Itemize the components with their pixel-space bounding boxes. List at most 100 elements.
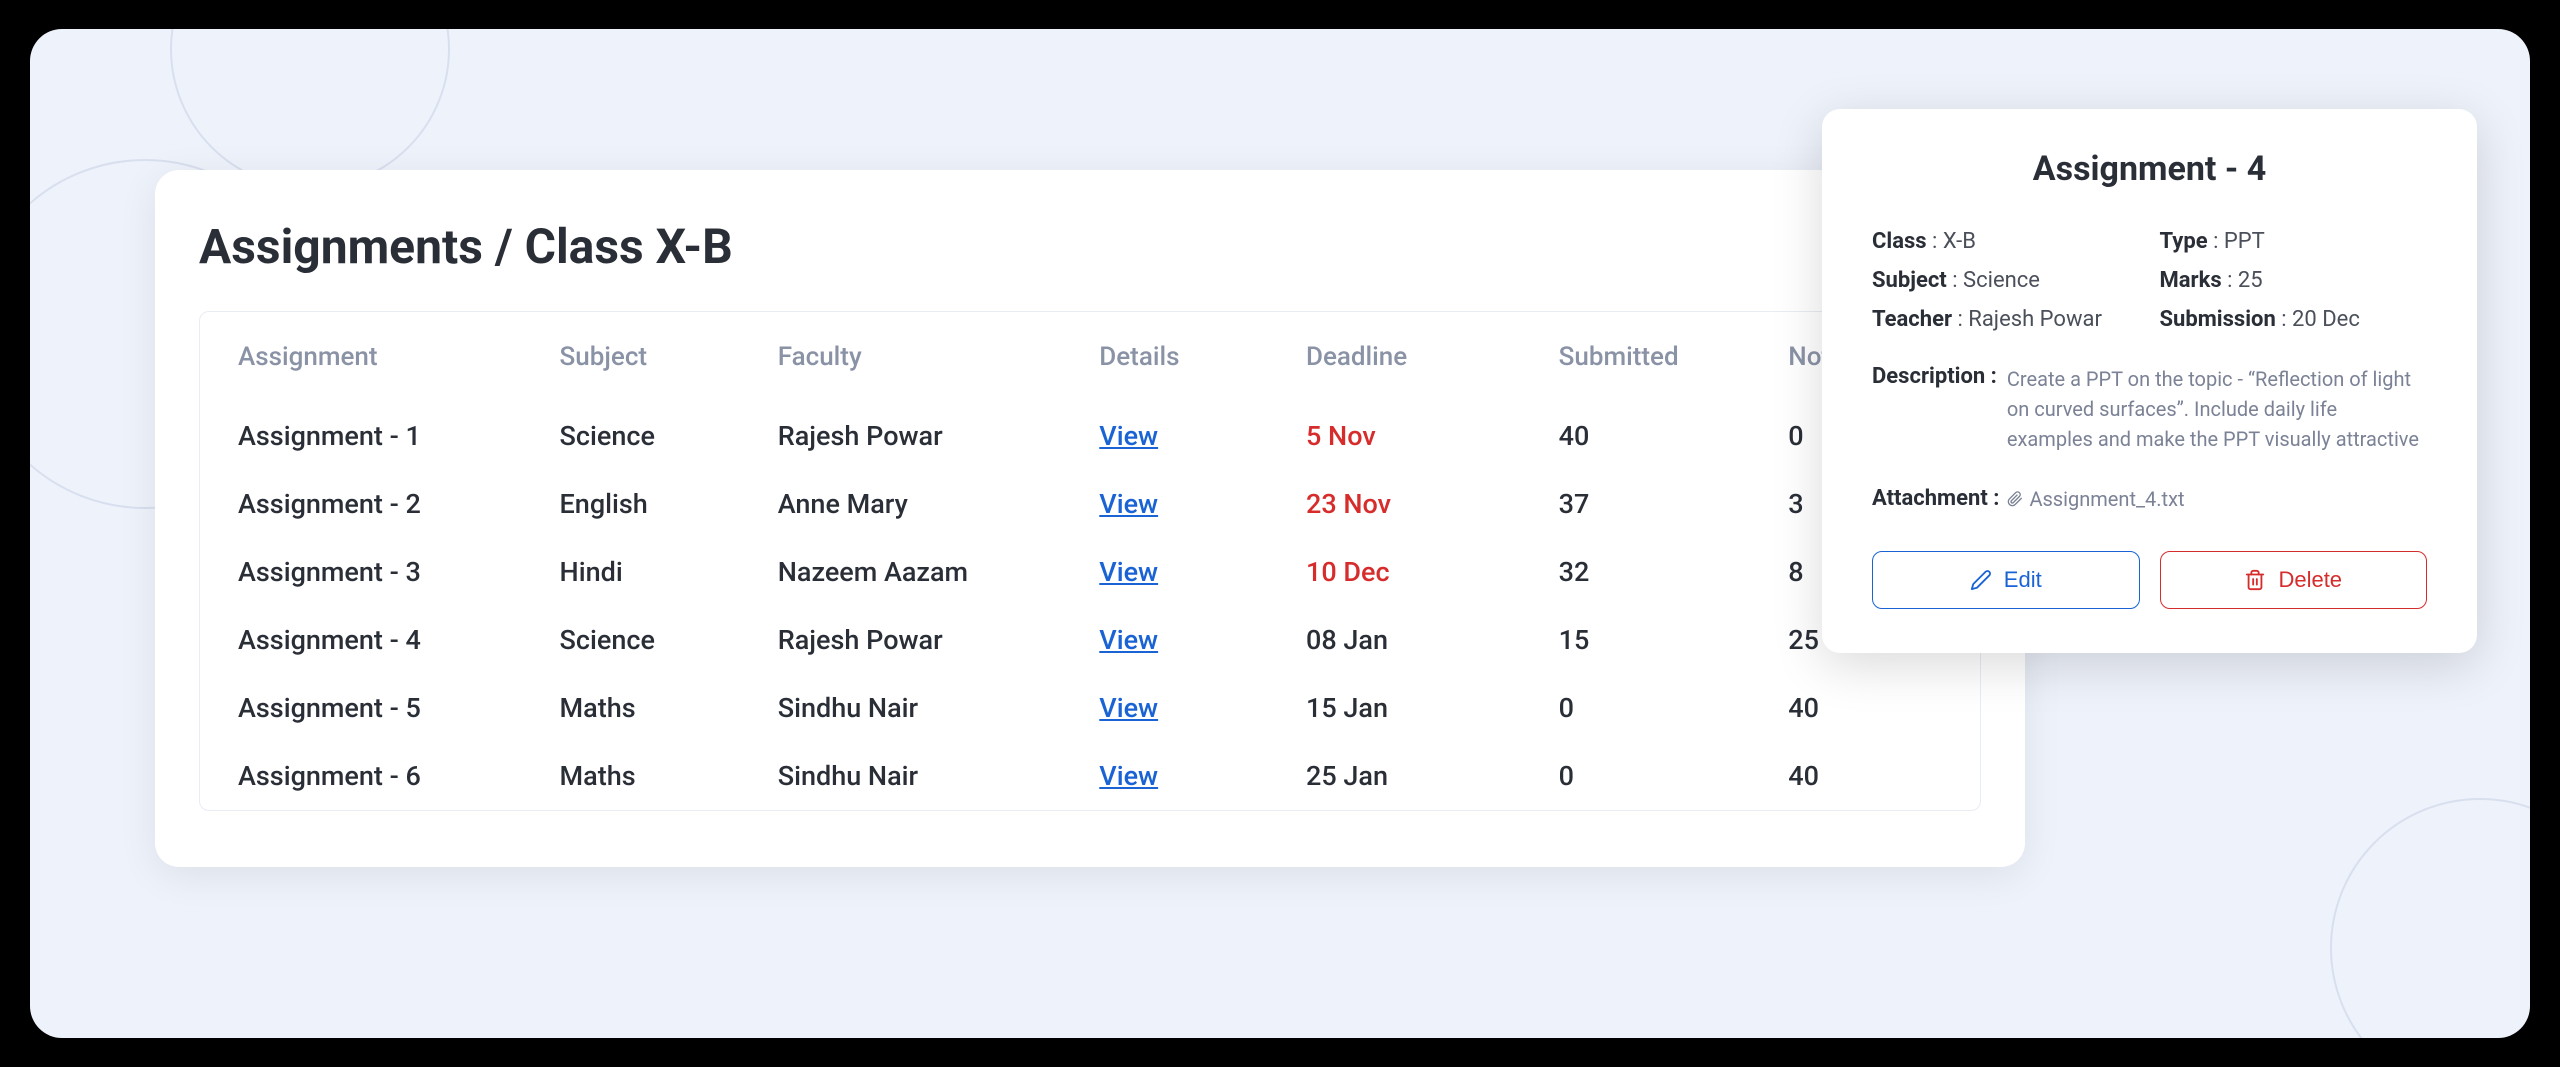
- view-link[interactable]: View: [1099, 760, 1158, 792]
- cell-details: View: [1061, 606, 1268, 674]
- attachment-label: Attachment :: [1872, 486, 1999, 511]
- detail-title: Assignment - 4: [1872, 149, 2427, 189]
- cell-details: View: [1061, 742, 1268, 810]
- view-link[interactable]: View: [1099, 624, 1158, 656]
- button-row: Edit Delete: [1872, 551, 2427, 609]
- description-label: Description :: [1872, 364, 1997, 454]
- cell-subject: Maths: [522, 742, 740, 810]
- cell-assignment: Assignment - 6: [200, 742, 522, 810]
- description-text: Create a PPT on the topic - “Reflection …: [2007, 364, 2427, 454]
- detail-class-label: Class: [1872, 229, 1927, 254]
- header-subject: Subject: [522, 312, 740, 402]
- assignments-card: Assignments / Class X-B Assignment Subje…: [155, 170, 2025, 867]
- detail-teacher-value: Rajesh Powar: [1968, 307, 2102, 332]
- cell-faculty: Rajesh Powar: [740, 606, 1062, 674]
- table-row: Assignment - 3 Hindi Nazeem Aazam View 1…: [200, 538, 1980, 606]
- cell-faculty: Rajesh Powar: [740, 402, 1062, 470]
- description-row: Description : Create a PPT on the topic …: [1872, 364, 2427, 454]
- paperclip-icon: [2007, 491, 2023, 507]
- view-link[interactable]: View: [1099, 692, 1158, 724]
- decorative-circle: [2330, 798, 2530, 1038]
- cell-deadline: 08 Jan: [1268, 606, 1521, 674]
- cell-faculty: Sindhu Nair: [740, 742, 1062, 810]
- cell-submitted: 0: [1521, 742, 1751, 810]
- cell-subject: Maths: [522, 674, 740, 742]
- attachment-filename: Assignment_4.txt: [2029, 487, 2184, 511]
- detail-subject: Subject : Science: [1872, 268, 2140, 293]
- cell-deadline: 5 Nov: [1268, 402, 1521, 470]
- cell-faculty: Nazeem Aazam: [740, 538, 1062, 606]
- detail-class-value: X-B: [1943, 229, 1976, 254]
- detail-type-value: PPT: [2224, 229, 2265, 254]
- detail-type-label: Type: [2160, 229, 2208, 254]
- table-row: Assignment - 6 Maths Sindhu Nair View 25…: [200, 742, 1980, 810]
- detail-marks-value: 25: [2238, 268, 2263, 293]
- cell-faculty: Sindhu Nair: [740, 674, 1062, 742]
- table-row: Assignment - 2 English Anne Mary View 23…: [200, 470, 1980, 538]
- cell-deadline: 23 Nov: [1268, 470, 1521, 538]
- assignments-table: Assignment Subject Faculty Details Deadl…: [200, 312, 1980, 810]
- detail-submission-label: Submission: [2160, 307, 2276, 332]
- attachment-file[interactable]: Assignment_4.txt: [2007, 487, 2184, 511]
- detail-teacher-label: Teacher: [1872, 307, 1952, 332]
- cell-subject: Hindi: [522, 538, 740, 606]
- cell-assignment: Assignment - 4: [200, 606, 522, 674]
- cell-assignment: Assignment - 1: [200, 402, 522, 470]
- cell-deadline: 25 Jan: [1268, 742, 1521, 810]
- cell-details: View: [1061, 538, 1268, 606]
- pencil-icon: [1970, 569, 1992, 591]
- view-link[interactable]: View: [1099, 420, 1158, 452]
- assignments-table-container: Assignment Subject Faculty Details Deadl…: [199, 311, 1981, 811]
- edit-button[interactable]: Edit: [1872, 551, 2140, 609]
- cell-assignment: Assignment - 3: [200, 538, 522, 606]
- table-row: Assignment - 5 Maths Sindhu Nair View 15…: [200, 674, 1980, 742]
- header-deadline: Deadline: [1268, 312, 1521, 402]
- cell-not-submitted: 40: [1750, 674, 1980, 742]
- cell-not-submitted: 40: [1750, 742, 1980, 810]
- cell-submitted: 32: [1521, 538, 1751, 606]
- detail-subject-value: Science: [1963, 268, 2040, 293]
- cell-assignment: Assignment - 2: [200, 470, 522, 538]
- table-row: Assignment - 4 Science Rajesh Powar View…: [200, 606, 1980, 674]
- cell-subject: English: [522, 470, 740, 538]
- cell-deadline: 10 Dec: [1268, 538, 1521, 606]
- cell-details: View: [1061, 470, 1268, 538]
- cell-assignment: Assignment - 5: [200, 674, 522, 742]
- edit-button-label: Edit: [2004, 567, 2042, 593]
- view-link[interactable]: View: [1099, 488, 1158, 520]
- page-title: Assignments / Class X-B: [199, 218, 1981, 275]
- cell-deadline: 15 Jan: [1268, 674, 1521, 742]
- delete-button[interactable]: Delete: [2160, 551, 2428, 609]
- cell-submitted: 40: [1521, 402, 1751, 470]
- decorative-circle: [170, 29, 450, 189]
- detail-type: Type : PPT: [2160, 229, 2428, 254]
- trash-icon: [2244, 569, 2266, 591]
- header-assignment: Assignment: [200, 312, 522, 402]
- detail-subject-label: Subject: [1872, 268, 1947, 293]
- cell-faculty: Anne Mary: [740, 470, 1062, 538]
- viewport: Assignments / Class X-B Assignment Subje…: [30, 29, 2530, 1038]
- cell-subject: Science: [522, 402, 740, 470]
- detail-marks-label: Marks: [2160, 268, 2222, 293]
- detail-marks: Marks : 25: [2160, 268, 2428, 293]
- cell-subject: Science: [522, 606, 740, 674]
- detail-submission-value: 20 Dec: [2292, 307, 2360, 332]
- view-link[interactable]: View: [1099, 556, 1158, 588]
- assignment-detail-card: Assignment - 4 Class : X-B Type : PPT Su…: [1822, 109, 2477, 653]
- cell-submitted: 0: [1521, 674, 1751, 742]
- table-header-row: Assignment Subject Faculty Details Deadl…: [200, 312, 1980, 402]
- cell-submitted: 37: [1521, 470, 1751, 538]
- header-faculty: Faculty: [740, 312, 1062, 402]
- delete-button-label: Delete: [2278, 567, 2342, 593]
- cell-details: View: [1061, 674, 1268, 742]
- header-details: Details: [1061, 312, 1268, 402]
- detail-grid: Class : X-B Type : PPT Subject : Science…: [1872, 229, 2427, 332]
- attachment-row: Attachment : Assignment_4.txt: [1872, 486, 2427, 511]
- cell-details: View: [1061, 402, 1268, 470]
- detail-teacher: Teacher : Rajesh Powar: [1872, 307, 2140, 332]
- detail-submission: Submission : 20 Dec: [2160, 307, 2428, 332]
- detail-class: Class : X-B: [1872, 229, 2140, 254]
- cell-submitted: 15: [1521, 606, 1751, 674]
- table-row: Assignment - 1 Science Rajesh Powar View…: [200, 402, 1980, 470]
- header-submitted: Submitted: [1521, 312, 1751, 402]
